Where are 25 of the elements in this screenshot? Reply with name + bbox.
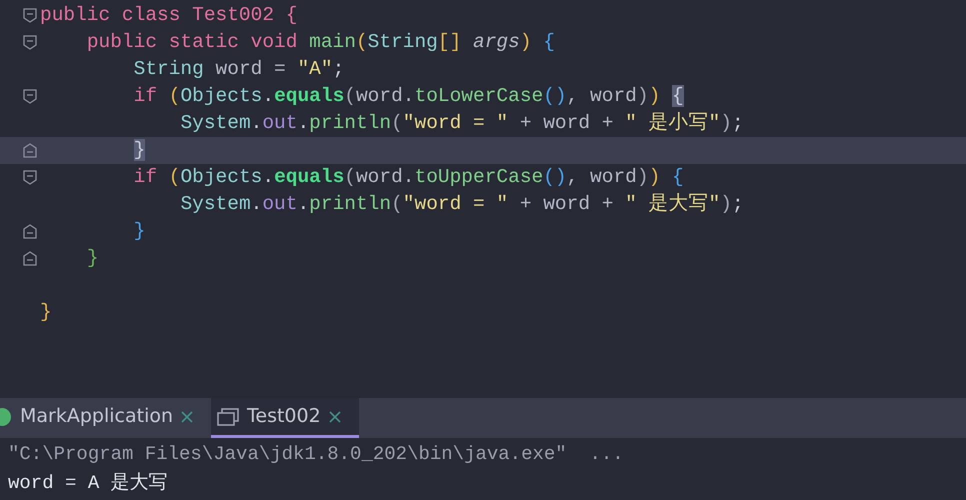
console-line: word = A 是大写	[8, 471, 168, 496]
code-line: public class Test002 {	[40, 2, 298, 28]
code-line: }	[40, 300, 52, 325]
fold-icon[interactable]	[23, 224, 37, 239]
code-line: String word = "A";	[132, 56, 344, 82]
code-line: System.out.println("word = " + word + " 是大写");	[179, 192, 744, 217]
window-icon	[217, 408, 240, 426]
code-line: if (Objects.equals(word.toUpperCase(), word)) {	[132, 164, 684, 190]
fold-icon[interactable]	[23, 35, 37, 50]
code-line: public static void main(String[] args) {	[86, 30, 555, 55]
close-icon[interactable]	[181, 410, 194, 422]
run-tab[interactable]: Test002	[211, 398, 359, 438]
fold-icon[interactable]	[23, 8, 37, 23]
code-line: }	[132, 218, 146, 244]
code-line: if (Objects.equals(word.toLowerCase(), word)) {	[132, 84, 684, 109]
fold-icon[interactable]	[23, 143, 37, 158]
console-line: "C:\Program Files\Java\jdk1.8.0_202\bin\java.exe" ...	[8, 442, 624, 468]
fold-icon[interactable]	[23, 170, 37, 185]
run-tab[interactable]: MarkApplication	[0, 398, 212, 438]
code-line: System.out.println("word = " + word + " 是小写");	[179, 110, 744, 136]
close-icon[interactable]	[328, 410, 341, 422]
code-line: }	[86, 246, 99, 271]
app-icon	[0, 406, 12, 428]
fold-icon[interactable]	[23, 251, 37, 266]
fold-icon[interactable]	[23, 89, 37, 104]
